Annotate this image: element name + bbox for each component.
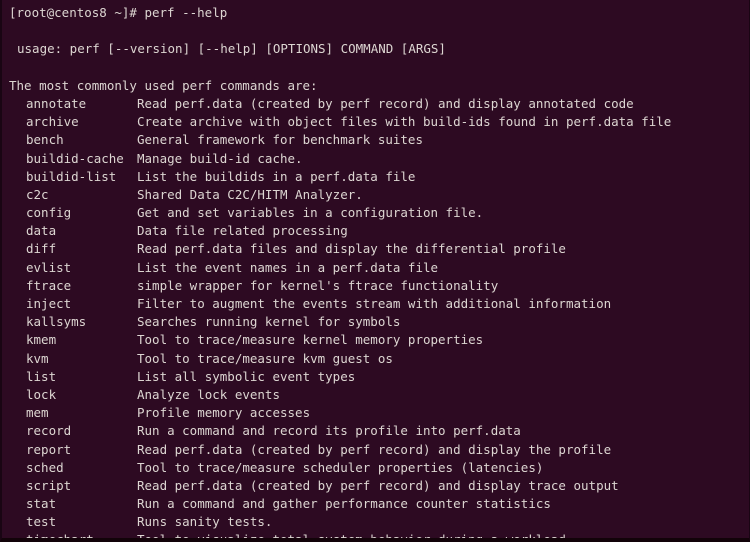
command-row: stat Run a command and gather performance…	[9, 495, 749, 513]
command-description: Data file related processing	[137, 223, 348, 239]
command-description: Tool to trace/measure scheduler properti…	[137, 459, 544, 475]
command-description: Tool to trace/measure kernel memory prop…	[137, 332, 484, 348]
command-description: Tool to trace/measure kvm guest os	[137, 350, 393, 366]
command-name: record	[26, 423, 72, 439]
terminal-screen[interactable]: [root@centos8 ~]# perf --help usage: per…	[2, 0, 749, 542]
command-description: General framework for benchmark suites	[137, 132, 423, 148]
command-description: simple wrapper for kernel's ftrace funct…	[137, 277, 499, 293]
command-description: Manage build-id cache.	[137, 150, 303, 166]
command-row: test Runs sanity tests.	[9, 513, 749, 531]
command-description: Shared Data C2C/HITM Analyzer.	[137, 186, 363, 202]
command-row: inject Filter to augment the events strea…	[9, 295, 749, 313]
command-row: kvm Tool to trace/measure kvm guest os	[9, 350, 749, 368]
command-description: Read perf.data (created by perf record) …	[137, 441, 612, 457]
command-description: Analyze lock events	[137, 386, 280, 402]
command-row: timechart Tool to visualize total system …	[9, 531, 749, 542]
command-name: inject	[26, 296, 72, 311]
command-name: annotate	[26, 95, 87, 111]
command-name: kmem	[26, 332, 57, 348]
command-description: Searches running kernel for symbols	[137, 314, 401, 330]
command-row: annotate Read perf.data (created by perf …	[9, 95, 749, 113]
command-description: Read perf.data (created by perf record) …	[137, 477, 619, 493]
command-name: stat	[26, 496, 57, 512]
command-name: kallsyms	[26, 314, 87, 330]
command-row: lock Analyze lock events	[9, 386, 749, 404]
command-description: List all symbolic event types	[137, 368, 356, 384]
command-name: bench	[26, 132, 64, 148]
command-description: Tool to visualize total system behavior …	[137, 532, 566, 542]
command-row: bench General framework for benchmark sui…	[9, 131, 749, 149]
command-row: config Get and set variables in a configu…	[9, 204, 749, 222]
command-description: List the event names in a perf.data file	[137, 259, 439, 275]
command-description: Runs sanity tests.	[137, 514, 273, 530]
command-row: mem Profile memory accesses	[9, 404, 749, 422]
command-description: Filter to augment the events stream with…	[137, 296, 612, 311]
command-row: archive Create archive with object files …	[9, 113, 749, 131]
command-name: diff	[26, 241, 57, 257]
command-row: evlist List the event names in a perf.dat…	[9, 259, 749, 277]
command-description: Create archive with object files with bu…	[137, 114, 672, 130]
command-description: Run a command and gather performance cou…	[137, 496, 551, 512]
command-row: diff Read perf.data files and display the…	[9, 240, 749, 258]
terminal-window[interactable]: [root@centos8 ~]# perf --help usage: per…	[0, 0, 750, 542]
command-name: kvm	[26, 350, 49, 366]
usage-line: usage: perf [--version] [--help] [OPTION…	[17, 41, 446, 57]
command-name: list	[26, 368, 57, 384]
command-row: sched Tool to trace/measure scheduler pro…	[9, 459, 749, 477]
command-name: report	[26, 441, 72, 457]
command-name: sched	[26, 459, 64, 475]
command-row: kmem Tool to trace/measure kernel memory …	[9, 331, 749, 349]
command-name: buildid-list	[26, 168, 117, 184]
command-prompt-line: [root@centos8 ~]# perf --help	[9, 5, 228, 20]
command-description: Read perf.data files and display the dif…	[137, 241, 566, 257]
command-row: report Read perf.data (created by perf re…	[9, 441, 749, 459]
command-name: data	[26, 223, 57, 239]
command-name: lock	[26, 386, 57, 402]
command-row: record Run a command and record its profi…	[9, 422, 749, 440]
command-name: test	[26, 514, 57, 530]
command-description: Profile memory accesses	[137, 405, 311, 421]
command-row: list List all symbolic event types	[9, 368, 749, 386]
command-row: data Data file related processing	[9, 222, 749, 240]
command-row: buildid-cache Manage build-id cache.	[9, 150, 749, 168]
command-row: kallsyms Searches running kernel for symb…	[9, 313, 749, 331]
command-name: timechart	[26, 532, 94, 542]
command-description: Read perf.data (created by perf record) …	[137, 95, 634, 111]
command-name: c2c	[26, 186, 49, 202]
command-description: Run a command and record its profile int…	[137, 423, 521, 439]
command-name: archive	[26, 114, 79, 130]
command-row: ftrace simple wrapper for kernel's ftrace…	[9, 277, 749, 295]
command-row: buildid-list List the buildids in a perf.…	[9, 168, 749, 186]
commands-header: The most commonly used perf commands are…	[9, 77, 318, 93]
command-name: mem	[26, 405, 49, 421]
command-description: List the buildids in a perf.data file	[137, 168, 416, 184]
command-list: annotate Read perf.data (created by perf …	[9, 95, 749, 542]
command-name: evlist	[26, 259, 72, 275]
command-description: Get and set variables in a configuration…	[137, 205, 484, 221]
command-row: c2c Shared Data C2C/HITM Analyzer.	[9, 186, 749, 204]
command-name: buildid-cache	[26, 150, 124, 166]
command-name: script	[26, 477, 72, 493]
command-name: ftrace	[26, 277, 72, 293]
command-name: config	[26, 205, 72, 221]
command-row: script Read perf.data (created by perf re…	[9, 477, 749, 495]
